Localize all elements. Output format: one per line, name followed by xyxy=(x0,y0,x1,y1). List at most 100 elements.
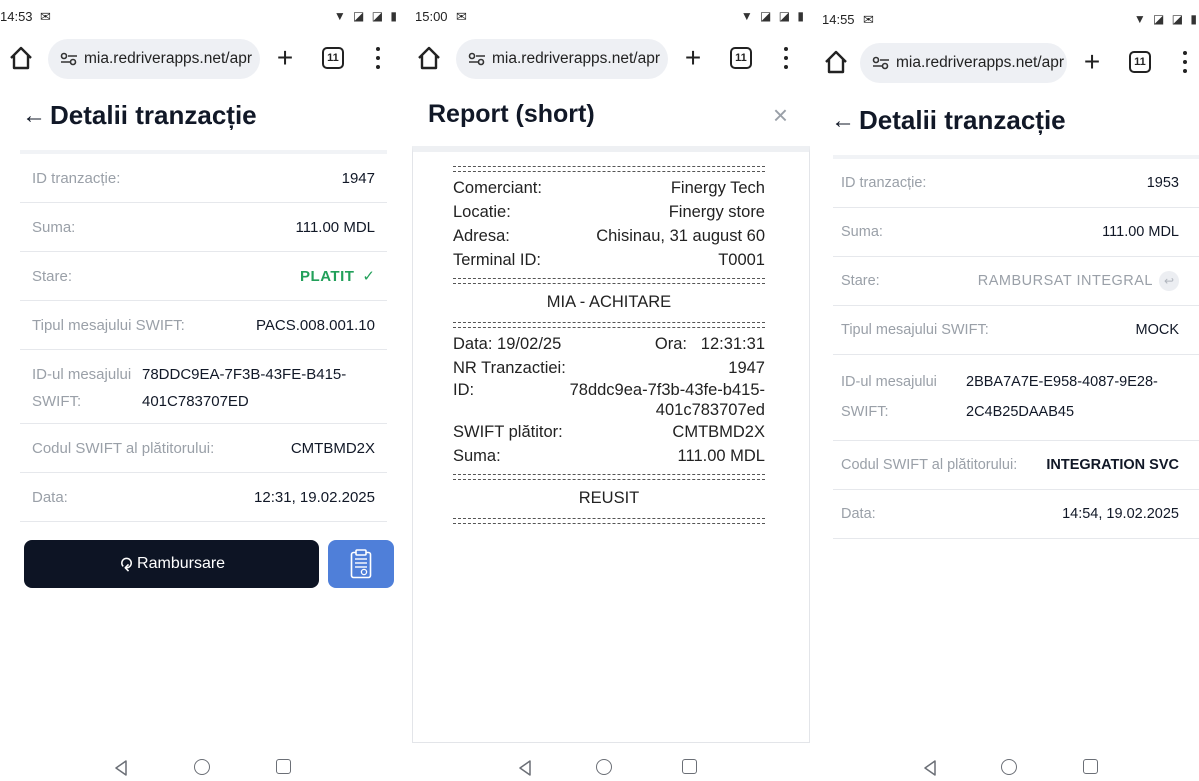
home-icon[interactable] xyxy=(416,42,442,74)
check-icon: ✓ xyxy=(362,268,375,285)
menu-icon[interactable] xyxy=(1175,48,1195,76)
sum-label: Suma: xyxy=(841,224,883,240)
date-value: 14:54, 19.02.2025 xyxy=(1062,506,1179,522)
payer-value: CMTBMD2X xyxy=(290,439,375,457)
separator xyxy=(453,518,765,524)
detail-row-state: Stare: RAMBURSAT INTEGRAL ↩ xyxy=(833,257,1199,306)
back-arrow-icon[interactable]: ← xyxy=(22,102,46,130)
nav-recent-icon[interactable] xyxy=(682,759,697,774)
id-label: ID tranzacție: xyxy=(32,169,121,187)
report-button[interactable] xyxy=(328,540,394,588)
tab-switcher-button[interactable]: 11 xyxy=(730,47,752,69)
status-bar: 14:55 ✉ ▼ ◪ ◪ ▮ xyxy=(815,0,1199,32)
home-icon[interactable] xyxy=(823,46,849,78)
mail-icon: ✉ xyxy=(863,12,874,27)
nav-back-icon[interactable] xyxy=(517,759,533,777)
page-title: Detalii tranzacție xyxy=(859,105,1066,135)
phone-screen-transaction-refunded: 14:55 ✉ ▼ ◪ ◪ ▮ mia.redriverapps.net/apr… xyxy=(815,0,1199,781)
url-field[interactable]: mia.redriverapps.net/apr xyxy=(860,43,1067,83)
swift-id-value: 78DDC9EA-7F3B-43FE-B415- 401C783707ED xyxy=(142,366,347,410)
clipboard-icon xyxy=(350,549,372,579)
sum-value: 111.00 MDL xyxy=(295,218,376,236)
browser-toolbar: mia.redriverapps.net/apr + 11 xyxy=(815,42,1199,84)
status-badge: PLATIT xyxy=(300,268,355,285)
new-tab-button[interactable]: + xyxy=(678,41,708,75)
state-label: Stare: xyxy=(32,267,73,285)
page-header: ← Detalii tranzacție xyxy=(815,97,1199,149)
nav-home-icon[interactable] xyxy=(194,759,210,775)
separator xyxy=(453,278,765,284)
new-tab-button[interactable]: + xyxy=(270,41,300,75)
close-icon[interactable]: × xyxy=(773,100,788,131)
receipt-line-id: ID: 78ddc9ea-7f3b-43fe-b415- 401c783707ed xyxy=(453,381,765,419)
detail-row-state: Stare: PLATIT ✓ xyxy=(20,252,387,301)
date-label: Data: xyxy=(32,488,68,506)
tab-switcher-button[interactable]: 11 xyxy=(322,47,344,69)
receipt: Comerciant: Finergy Tech Locatie: Finergy … xyxy=(453,160,765,528)
swift-id-label: ID-ul mesajului SWIFT: xyxy=(32,366,132,410)
transaction-details: ID tranzacție: 1947 Suma: 111.00 MDL Sta… xyxy=(20,150,387,522)
separator xyxy=(453,166,765,172)
nav-recent-icon[interactable] xyxy=(276,759,291,774)
system-nav-bar xyxy=(0,755,403,781)
refund-label: Rambursare xyxy=(137,555,226,572)
state-value: PLATIT ✓ xyxy=(300,267,375,285)
status-bar: 15:00 ✉ ▼ ◪ ◪ ▮ xyxy=(408,0,810,32)
page-title: Report (short) xyxy=(428,100,595,128)
state-label: Stare: xyxy=(841,273,880,289)
phone-screen-transaction-paid: 14:53 ✉ ▼ ◪ ◪ ▮ mia.redriverapps.net/apr… xyxy=(0,0,403,781)
id-value: 1953 xyxy=(1146,175,1179,191)
receipt-line-merchant: Comerciant: Finergy Tech xyxy=(453,179,765,197)
nav-back-icon[interactable] xyxy=(922,759,938,777)
site-settings-icon[interactable] xyxy=(60,52,78,66)
transaction-details: ID tranzacție: 1953 Suma: 111.00 MDL Sta… xyxy=(833,155,1199,539)
id-label: ID tranzacție: xyxy=(841,175,927,191)
nav-recent-icon[interactable] xyxy=(1083,759,1098,774)
menu-icon[interactable] xyxy=(776,44,796,72)
nav-back-icon[interactable] xyxy=(113,759,129,777)
nav-home-icon[interactable] xyxy=(1001,759,1017,775)
status-time: 15:00 xyxy=(415,9,448,24)
swift-id-value: 2BBA7A7E-E958-4087-9E28- 2C4B25DAAB45 xyxy=(966,374,1158,420)
system-icons: ▼ ◪ ◪ ▮ xyxy=(333,9,399,23)
swift-type-value: PACS.008.001.10 xyxy=(256,316,375,334)
detail-row-sum: Suma: 111.00 MDL xyxy=(833,208,1199,257)
detail-row-swift-id: ID-ul mesajului SWIFT: 2BBA7A7E-E958-4087… xyxy=(833,355,1199,441)
mail-icon: ✉ xyxy=(456,9,467,24)
detail-row-date: Data: 12:31, 19.02.2025 xyxy=(20,473,387,522)
detail-row-swift-id: ID-ul mesajului SWIFT: 78DDC9EA-7F3B-43FE… xyxy=(20,350,387,424)
new-tab-button[interactable]: + xyxy=(1077,45,1107,79)
receipt-line-date-time: Data: 19/02/25 Ora: 12:31:31 xyxy=(453,335,765,353)
mail-icon: ✉ xyxy=(40,9,51,24)
url-field[interactable]: mia.redriverapps.net/apr xyxy=(456,39,668,79)
site-settings-icon[interactable] xyxy=(468,52,486,66)
status-time: 14:55 xyxy=(822,12,855,27)
detail-row-sum: Suma: 111.00 MDL xyxy=(20,203,387,252)
refund-button[interactable]: ⟳ Rambursare xyxy=(24,540,319,588)
system-icons: ▼ ◪ ◪ ▮ xyxy=(740,9,806,23)
site-settings-icon[interactable] xyxy=(872,56,890,70)
system-icons: ▼ ◪ ◪ ▮ xyxy=(1133,12,1199,26)
tab-switcher-button[interactable]: 11 xyxy=(1129,51,1151,73)
receipt-line-sum: Suma: 111.00 MDL xyxy=(453,447,765,465)
report-frame: Comerciant: Finergy Tech Locatie: Finergy … xyxy=(412,146,810,743)
sum-label: Suma: xyxy=(32,218,76,236)
url-text: mia.redriverapps.net/apr xyxy=(84,50,252,67)
sum-value: 111.00 MDL xyxy=(1102,224,1179,240)
state-value: RAMBURSAT INTEGRAL ↩ xyxy=(978,271,1179,291)
system-nav-bar xyxy=(408,755,810,781)
receipt-line-address: Adresa: Chisinau, 31 august 60 xyxy=(453,227,765,245)
swift-type-label: Tipul mesajului SWIFT: xyxy=(841,322,989,338)
date-value: 12:31, 19.02.2025 xyxy=(254,488,375,506)
url-field[interactable]: mia.redriverapps.net/apr xyxy=(48,39,260,79)
detail-row-payer: Codul SWIFT al plătitorului: INTEGRATION… xyxy=(833,441,1199,490)
back-arrow-icon[interactable]: ← xyxy=(831,107,855,135)
receipt-heading: MIA - ACHITARE xyxy=(546,293,672,311)
payer-label: Codul SWIFT al plătitorului: xyxy=(32,439,215,457)
detail-row-date: Data: 14:54, 19.02.2025 xyxy=(833,490,1199,539)
home-icon[interactable] xyxy=(8,42,34,74)
separator xyxy=(453,474,765,480)
page-title: Detalii tranzacție xyxy=(50,100,257,130)
menu-icon[interactable] xyxy=(368,44,388,72)
nav-home-icon[interactable] xyxy=(596,759,612,775)
